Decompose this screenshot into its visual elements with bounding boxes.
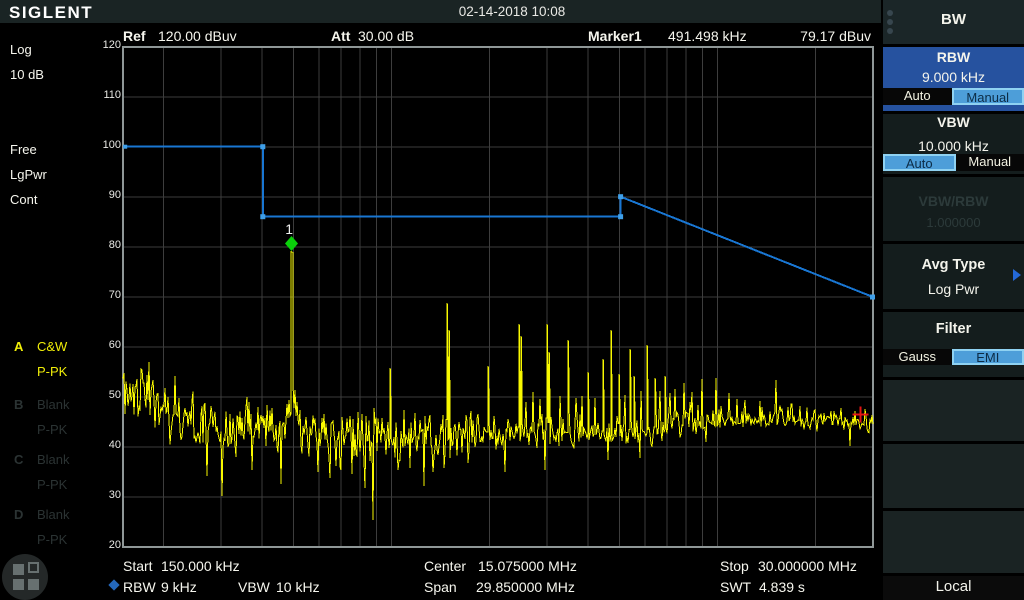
svg-text:1: 1 <box>285 221 293 237</box>
